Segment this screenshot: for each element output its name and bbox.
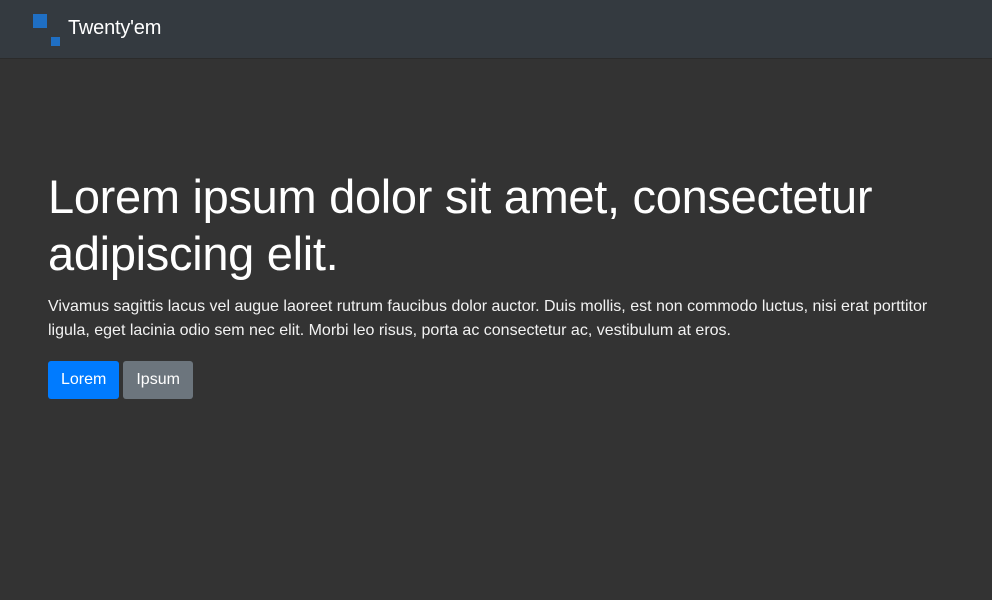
brand-link[interactable]: Twenty'em: [32, 13, 161, 47]
hero-section: Lorem ipsum dolor sit amet, consectetur …: [48, 168, 948, 399]
hero-description: Vivamus sagittis lacus vel augue laoreet…: [48, 298, 928, 339]
brand-name: Twenty'em: [68, 16, 162, 39]
lorem-button[interactable]: Lorem: [48, 361, 120, 399]
ipsum-button[interactable]: Ipsum: [123, 361, 193, 399]
hero-buttons: Lorem Ipsum: [48, 361, 948, 399]
hero-title: Lorem ipsum dolor sit amet, consectetur …: [48, 170, 873, 280]
navbar: Twenty'em: [0, 0, 992, 58]
twentyem-logo-icon: [32, 13, 62, 47]
